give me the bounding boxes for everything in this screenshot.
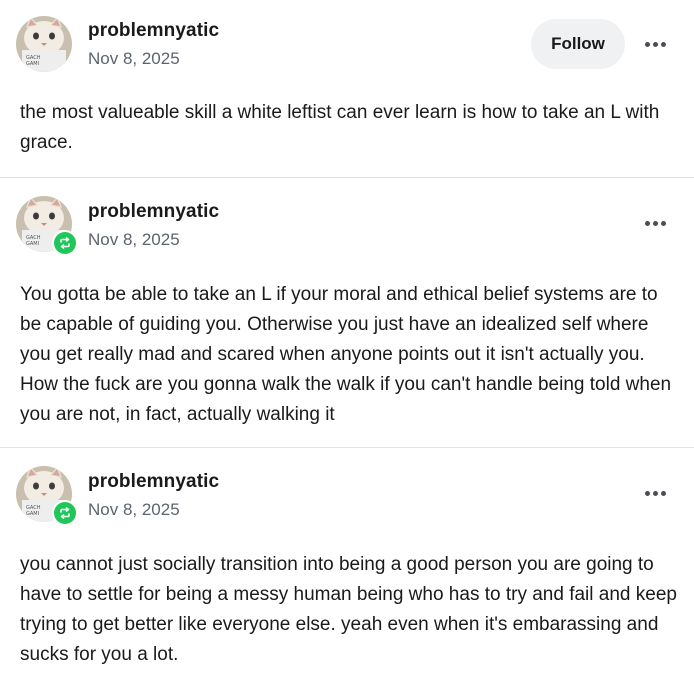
svg-text:GAMI: GAMI [26, 61, 39, 67]
username[interactable]: problemnyatic [88, 201, 219, 223]
post-date[interactable]: Nov 8, 2025 [88, 500, 180, 520]
more-options-icon[interactable] [640, 34, 670, 54]
svg-text:GAMI: GAMI [26, 511, 39, 517]
post-body: the most valueable skill a white leftist… [20, 102, 660, 153]
more-options-icon[interactable] [640, 213, 670, 233]
avatar[interactable]: GACH GAMI [16, 466, 78, 526]
more-dot [660, 41, 666, 47]
follow-button[interactable]: Follow [531, 19, 625, 69]
username[interactable]: problemnyatic [88, 471, 219, 493]
post-date[interactable]: Nov 8, 2025 [88, 49, 180, 69]
more-dot [652, 490, 658, 496]
more-dot [660, 220, 666, 226]
reblog-icon [60, 237, 70, 249]
more-dot [644, 220, 650, 226]
cat-avatar-icon: GACH GAMI [16, 16, 72, 72]
more-dot [652, 220, 658, 226]
post-body: you cannot just socially transition into… [20, 554, 677, 665]
more-dot [644, 41, 650, 47]
more-dot [652, 41, 658, 47]
svg-text:GAMI: GAMI [26, 241, 39, 247]
reblog-icon [60, 507, 70, 519]
avatar[interactable]: GACH GAMI [16, 196, 78, 256]
post-date[interactable]: Nov 8, 2025 [88, 230, 180, 250]
post-body: You gotta be able to take an L if your m… [20, 284, 672, 425]
post: GACH GAMI problemnyatic Nov 8, 2025 You … [0, 178, 694, 448]
post: GACH GAMI problemnyatic Nov 8, 2025 you … [0, 448, 694, 684]
reblog-badge [52, 500, 78, 526]
post: GACH GAMI problemnyatic Nov 8, 2025 Foll… [0, 0, 694, 178]
more-dot [660, 490, 666, 496]
username[interactable]: problemnyatic [88, 20, 219, 42]
more-dot [644, 490, 650, 496]
more-options-icon[interactable] [640, 483, 670, 503]
avatar[interactable]: GACH GAMI [16, 16, 72, 72]
reblog-badge [52, 230, 78, 256]
